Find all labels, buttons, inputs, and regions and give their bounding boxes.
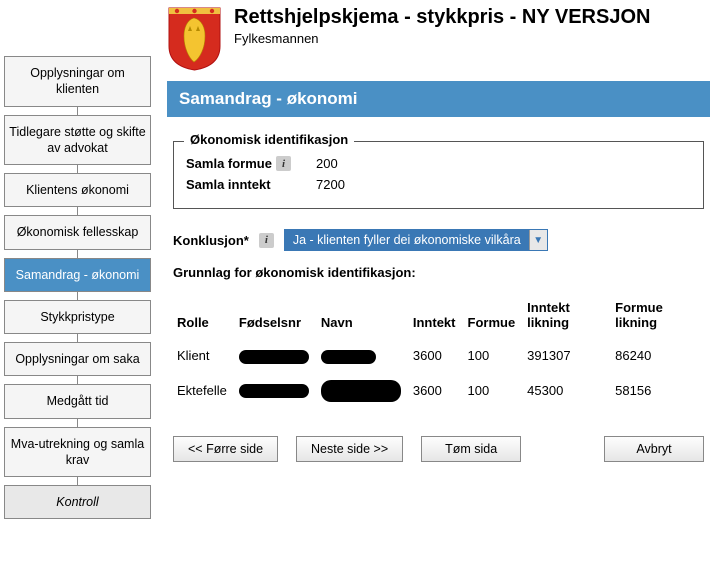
sidebar: Opplysningar om klienten Tidlegare støtt… xyxy=(0,0,155,527)
table-row: Ektefelle 3600 100 45300 58156 xyxy=(173,372,704,410)
prev-button[interactable]: << Førre side xyxy=(173,436,278,462)
table-row: Klient 3600 100 391307 86240 xyxy=(173,340,704,372)
nav-samandrag-okonomi[interactable]: Samandrag - økonomi xyxy=(4,258,151,292)
th-rolle: Rolle xyxy=(173,294,235,340)
nav-medgatt-tid[interactable]: Medgått tid xyxy=(4,384,151,418)
nav-mva-utrekning[interactable]: Mva-utrekning og samla krav xyxy=(4,427,151,478)
th-formue: Formue xyxy=(464,294,524,340)
cell-formue: 100 xyxy=(464,340,524,372)
nav-opplysningar-saka[interactable]: Opplysningar om saka xyxy=(4,342,151,376)
nav-kontroll[interactable]: Kontroll xyxy=(4,485,151,519)
cancel-button[interactable]: Avbryt xyxy=(604,436,704,462)
okonomisk-ident-legend: Økonomisk identifikasjon xyxy=(184,132,354,147)
main-content: Rettshjelpskjema - stykkpris - NY VERSJO… xyxy=(155,0,718,527)
th-inntekt-likning: Inntekt likning xyxy=(523,294,611,340)
cell-rolle: Klient xyxy=(173,340,235,372)
konklusjon-select[interactable]: Ja - klienten fyller dei økonomiske vilk… xyxy=(284,229,548,251)
info-icon[interactable]: i xyxy=(259,233,274,248)
grunnlag-label: Grunnlag for økonomisk identifikasjon: xyxy=(173,265,704,280)
nav-opplysningar-klienten[interactable]: Opplysningar om klienten xyxy=(4,56,151,107)
samla-inntekt-value: 7200 xyxy=(316,177,345,192)
samla-formue-label: Samla formue xyxy=(186,156,272,171)
cell-formue-likning: 58156 xyxy=(611,372,704,410)
cell-navn-redacted xyxy=(317,372,409,410)
page-title: Rettshjelpskjema - stykkpris - NY VERSJO… xyxy=(234,6,650,29)
section-title: Samandrag - økonomi xyxy=(167,81,710,117)
konklusjon-selected: Ja - klienten fyller dei økonomiske vilk… xyxy=(285,233,529,247)
cell-fodselsnr-redacted xyxy=(235,372,317,410)
konklusjon-label: Konklusjon* xyxy=(173,233,249,248)
cell-rolle: Ektefelle xyxy=(173,372,235,410)
samla-inntekt-label: Samla inntekt xyxy=(186,177,271,192)
nav-stykkpristype[interactable]: Stykkpristype xyxy=(4,300,151,334)
info-icon[interactable]: i xyxy=(276,156,291,171)
cell-formue-likning: 86240 xyxy=(611,340,704,372)
nav-tidlegare-stotte[interactable]: Tidlegare støtte og skifte av advokat xyxy=(4,115,151,166)
clear-button[interactable]: Tøm sida xyxy=(421,436,521,462)
grunnlag-table: Rolle Fødselsnr Navn Inntekt Formue Innt… xyxy=(173,294,704,410)
th-formue-likning: Formue likning xyxy=(611,294,704,340)
crest-icon xyxy=(167,6,222,71)
samla-formue-value: 200 xyxy=(316,156,338,171)
th-inntekt: Inntekt xyxy=(409,294,464,340)
nav-klientens-okonomi[interactable]: Klientens økonomi xyxy=(4,173,151,207)
nav-okonomisk-fellesskap[interactable]: Økonomisk fellesskap xyxy=(4,215,151,249)
cell-navn-redacted xyxy=(317,340,409,372)
page-subtitle: Fylkesmannen xyxy=(234,31,650,46)
cell-inntekt-likning: 45300 xyxy=(523,372,611,410)
cell-fodselsnr-redacted xyxy=(235,340,317,372)
th-navn: Navn xyxy=(317,294,409,340)
cell-formue: 100 xyxy=(464,372,524,410)
okonomisk-ident-group: Økonomisk identifikasjon Samla formue i … xyxy=(173,141,704,209)
cell-inntekt-likning: 391307 xyxy=(523,340,611,372)
next-button[interactable]: Neste side >> xyxy=(296,436,403,462)
cell-inntekt: 3600 xyxy=(409,372,464,410)
chevron-down-icon: ▼ xyxy=(529,230,547,250)
th-fodselsnr: Fødselsnr xyxy=(235,294,317,340)
cell-inntekt: 3600 xyxy=(409,340,464,372)
